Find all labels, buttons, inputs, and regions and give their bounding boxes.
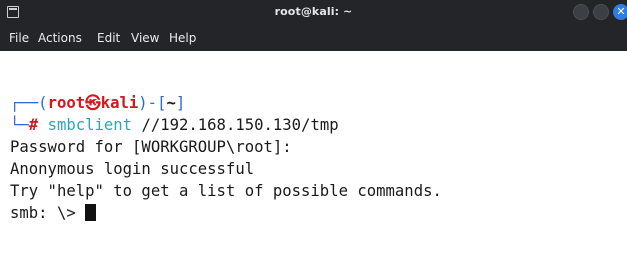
menu-help[interactable]: Help	[169, 31, 196, 45]
minimize-button[interactable]	[573, 4, 589, 20]
command-name: smbclient	[47, 116, 133, 134]
prompt-header-line: ┌──(root㉿kali)-[~]	[10, 92, 185, 114]
prompt-user: root	[47, 94, 86, 112]
menu-actions[interactable]: Actions	[38, 31, 82, 45]
smb-prompt: smb: \>	[10, 204, 86, 222]
prompt-mid: )-[	[138, 94, 167, 112]
close-icon[interactable]: ✕	[613, 4, 627, 20]
prompt-corner-bottom: └─	[10, 116, 29, 134]
window-title: root@kali: ~	[274, 5, 353, 18]
menu-bar: File Actions Edit View Help	[0, 25, 627, 51]
menu-file[interactable]: File	[9, 31, 29, 45]
title-bar[interactable]: root@kali: ~ ✕	[0, 0, 627, 25]
command-argument: //192.168.150.130/tmp	[132, 116, 339, 134]
output-line-help: Try "help" to get a list of possible com…	[10, 182, 442, 200]
prompt-hash: #	[28, 116, 39, 134]
prompt-host: kali	[100, 94, 139, 112]
maximize-button[interactable]	[593, 4, 609, 20]
text-cursor	[85, 204, 97, 221]
terminal-window: root@kali: ~ ✕ File Actions Edit View He…	[0, 0, 627, 276]
menu-view[interactable]: View	[131, 31, 159, 45]
output-line-password: Password for [WORKGROUP\root]:	[10, 138, 292, 156]
command-line: └─# smbclient //192.168.150.130/tmp	[10, 114, 339, 136]
prompt-end: ]	[175, 94, 186, 112]
prompt-skull-icon: ㉿	[85, 94, 101, 112]
terminal-output-area[interactable]: ┌──(root㉿kali)-[~] └─# smbclient //192.1…	[0, 51, 627, 276]
menu-edit[interactable]: Edit	[97, 31, 120, 45]
smb-prompt-line[interactable]: smb: \>	[10, 202, 97, 224]
prompt-cwd: ~	[166, 94, 176, 112]
prompt-corner-top: ┌──(	[10, 94, 48, 112]
output-line-login: Anonymous login successful	[10, 160, 255, 178]
